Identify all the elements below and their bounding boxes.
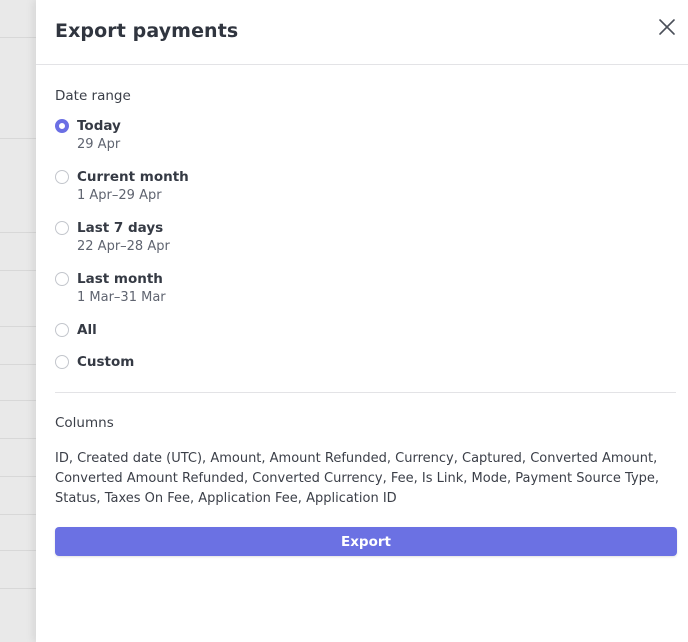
columns-label: Columns (55, 415, 114, 431)
radio-last-7-days[interactable] (55, 221, 69, 235)
radio-last-month[interactable] (55, 272, 69, 286)
option-sub: 22 Apr–28 Apr (77, 239, 170, 254)
panel-title: Export payments (55, 20, 239, 42)
export-payments-panel: Export payments Date range Today 29 Apr … (36, 0, 688, 642)
option-label: All (77, 322, 97, 338)
radio-all[interactable] (55, 323, 69, 337)
option-label: Current month (77, 169, 189, 185)
columns-list: ID, Created date (UTC), Amount, Amount R… (55, 451, 660, 506)
option-label: Today (77, 118, 121, 134)
radio-current-month[interactable] (55, 170, 69, 184)
option-label: Custom (77, 354, 135, 370)
section-divider (55, 392, 676, 393)
option-sub: 1 Mar–31 Mar (77, 290, 166, 305)
close-icon[interactable] (656, 16, 678, 38)
background-page (0, 0, 37, 642)
option-label: Last 7 days (77, 220, 164, 236)
option-sub: 29 Apr (77, 137, 121, 152)
radio-today[interactable] (55, 119, 69, 133)
export-button[interactable]: Export (55, 527, 677, 556)
date-range-label: Date range (55, 88, 131, 104)
option-label: Last month (77, 271, 163, 287)
radio-custom[interactable] (55, 355, 69, 369)
option-sub: 1 Apr–29 Apr (77, 188, 162, 203)
panel-header: Export payments (36, 0, 688, 65)
